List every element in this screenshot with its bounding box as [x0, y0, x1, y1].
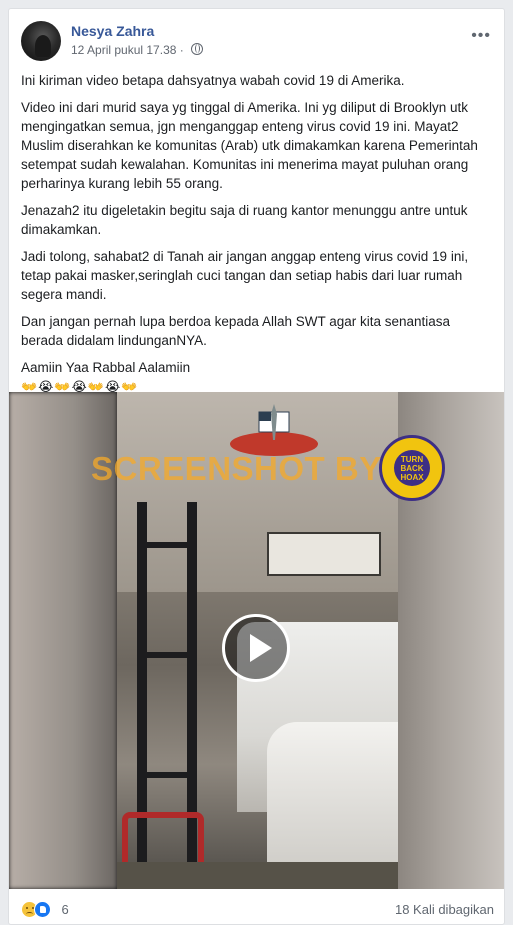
post-paragraph: Ini kiriman video betapa dahsyatnya waba…: [21, 73, 405, 88]
author-name[interactable]: Nesya Zahra: [71, 23, 154, 39]
turnbackhoax-badge: TURN BACK HOAX: [379, 435, 445, 501]
video-floor: [117, 862, 398, 889]
post-text: Ini kiriman video betapa dahsyatnya waba…: [21, 71, 491, 396]
post-meta: 12 April pukul 17.38 ·: [71, 43, 204, 57]
post-paragraph: Video ini dari murid saya yg tinggal di …: [21, 100, 478, 191]
play-icon[interactable]: [222, 614, 290, 682]
post-header: Nesya Zahra 12 April pukul 17.38 · •••: [21, 19, 491, 63]
post-paragraph: Jenazah2 itu digeletakin begitu saja di …: [21, 203, 468, 237]
globe-icon[interactable]: [191, 43, 204, 55]
avatar[interactable]: [21, 21, 61, 61]
reactions-summary[interactable]: 6: [21, 901, 69, 919]
share-count[interactable]: 18 Kali dibagikan: [395, 902, 494, 917]
post-timestamp[interactable]: 12 April pukul 17.38: [71, 43, 176, 57]
facebook-post: Nesya Zahra 12 April pukul 17.38 · ••• I…: [8, 8, 505, 925]
post-paragraph: Aamiin Yaa Rabbal Aalamiin: [21, 360, 191, 375]
post-paragraph: Dan jangan pernah lupa berdoa kepada All…: [21, 314, 451, 348]
screenshot-watermark: SCREENSHOT BY: [91, 450, 382, 487]
video-player[interactable]: SCREENSHOT BY TURN BACK HOAX: [9, 392, 504, 889]
post-paragraph: Jadi tolong, sahabat2 di Tanah air janga…: [21, 249, 469, 302]
more-options-icon[interactable]: •••: [471, 27, 491, 45]
reaction-count[interactable]: 6: [61, 902, 68, 917]
shelf-bar: [137, 652, 197, 658]
shelf-bar: [137, 542, 197, 548]
badge-label: TURN BACK HOAX: [394, 450, 430, 486]
video-bed: [267, 722, 398, 862]
post-footer: 6 18 Kali dibagikan: [9, 889, 504, 924]
shelf-bar: [137, 772, 197, 778]
video-window: [267, 532, 381, 576]
like-reaction-icon: [34, 901, 51, 919]
